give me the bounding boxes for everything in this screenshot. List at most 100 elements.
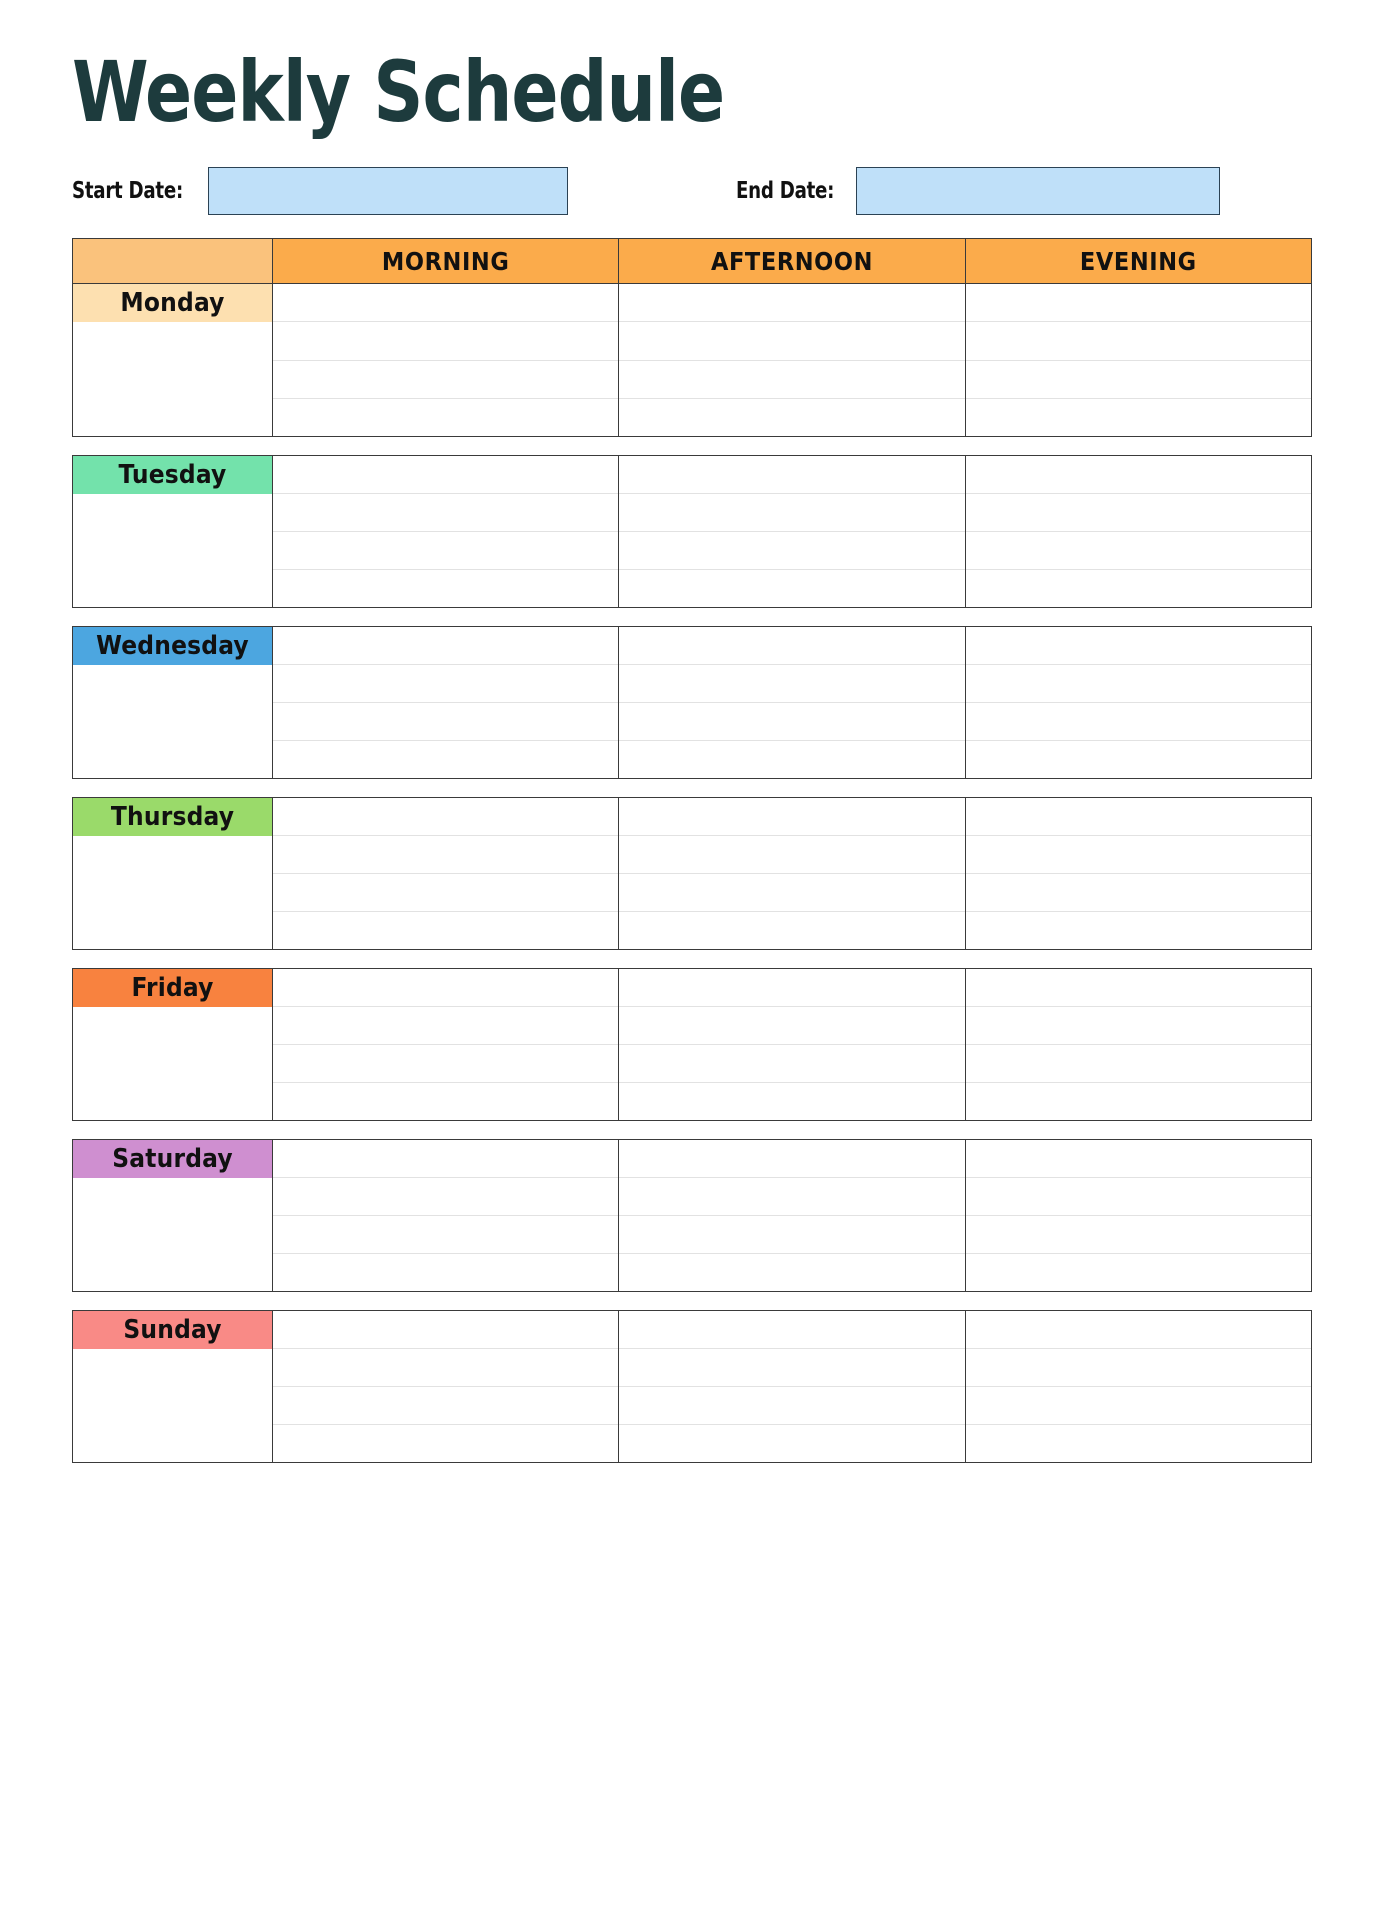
day-notes-area[interactable] [73,665,272,779]
entry-line[interactable] [619,361,965,399]
entry-line[interactable] [619,665,965,704]
entry-line[interactable] [273,874,619,913]
entry-line[interactable] [619,1083,964,1120]
entry-line[interactable] [273,1007,619,1046]
entry-line[interactable] [619,570,964,607]
entry-line[interactable] [965,969,1311,1008]
day-notes-area[interactable] [73,1178,272,1292]
entry-line[interactable] [965,798,1311,837]
entry-line[interactable] [619,1045,965,1084]
day-notes-area[interactable] [73,1007,272,1121]
entry-line[interactable] [273,1387,619,1426]
entry-line[interactable] [965,1349,1311,1388]
entry-line[interactable] [273,322,619,361]
day-notes-area[interactable] [73,1349,272,1463]
entry-line[interactable] [273,1254,618,1291]
entry-line[interactable] [965,874,1311,913]
entry-line[interactable] [965,1387,1311,1426]
day-block-wednesday: Wednesday [72,626,1312,780]
entry-line[interactable] [965,1311,1311,1350]
day-label-column: Sunday [73,1311,273,1463]
entry-line[interactable] [965,1007,1311,1046]
entry-line[interactable] [619,532,965,571]
entry-line[interactable] [965,532,1311,571]
entry-line[interactable] [273,361,619,399]
entry-line[interactable] [273,1083,618,1120]
entry-line[interactable] [619,874,965,913]
end-date-input[interactable] [855,167,1220,216]
entry-line[interactable] [619,1349,965,1388]
day-notes-area[interactable] [73,494,272,608]
entry-line[interactable] [619,969,965,1008]
entry-line[interactable] [273,798,619,837]
weekly-schedule-page: Weekly Schedule Start Date: End Date: MO… [0,0,1384,1920]
entry-line[interactable] [273,627,619,666]
entry-line[interactable] [619,1387,965,1426]
entry-line[interactable] [965,703,1311,742]
entry-line[interactable] [966,741,1311,778]
day-notes-area[interactable] [73,836,272,950]
start-date-input[interactable] [208,167,569,216]
entry-line[interactable] [965,1178,1311,1217]
entry-line[interactable] [965,1045,1311,1084]
day-notes-area[interactable] [73,322,272,436]
entry-line[interactable] [619,741,964,778]
entry-line[interactable] [619,1311,965,1350]
slot-column-morning [273,1140,620,1292]
entry-line[interactable] [273,969,619,1008]
entry-line[interactable] [966,399,1311,436]
entry-line[interactable] [273,399,618,436]
entry-line[interactable] [273,1178,619,1217]
entry-line[interactable] [619,1140,965,1179]
entry-line[interactable] [273,456,619,495]
column-header-evening: EVENING [965,239,1311,284]
entry-line[interactable] [966,570,1311,607]
entry-line[interactable] [966,1425,1311,1462]
entry-line[interactable] [966,1083,1311,1120]
entry-line[interactable] [273,836,619,875]
slot-column-evening [965,627,1311,778]
entry-line[interactable] [619,1216,965,1255]
entry-line[interactable] [619,322,965,361]
entry-line[interactable] [273,1216,619,1255]
entry-line[interactable] [619,494,965,533]
entry-line[interactable] [273,912,618,949]
entry-line[interactable] [273,665,619,704]
entry-line[interactable] [273,1140,619,1179]
entry-line[interactable] [273,1045,619,1084]
entry-line[interactable] [619,798,965,837]
entry-line[interactable] [619,1425,964,1462]
entry-line[interactable] [965,284,1311,323]
entry-line[interactable] [965,1140,1311,1179]
entry-line[interactable] [965,627,1311,666]
entry-line[interactable] [273,494,619,533]
entry-line[interactable] [619,912,964,949]
entry-line[interactable] [619,399,964,436]
entry-line[interactable] [273,1425,618,1462]
entry-line[interactable] [965,456,1311,495]
entry-line[interactable] [966,1254,1311,1291]
entry-line[interactable] [965,322,1311,361]
entry-line[interactable] [619,703,965,742]
entry-line[interactable] [619,1178,965,1217]
entry-line[interactable] [273,703,619,742]
entry-line[interactable] [965,361,1311,399]
entry-line[interactable] [619,627,965,666]
entry-line[interactable] [273,1311,619,1350]
entry-line[interactable] [273,284,619,323]
entry-line[interactable] [619,456,965,495]
entry-line[interactable] [966,912,1311,949]
entry-line[interactable] [965,1216,1311,1255]
slot-column-afternoon [619,1311,966,1463]
entry-line[interactable] [619,1007,965,1046]
entry-line[interactable] [273,570,618,607]
entry-line[interactable] [619,836,965,875]
entry-line[interactable] [965,665,1311,704]
entry-line[interactable] [619,284,965,323]
entry-line[interactable] [619,1254,964,1291]
entry-line[interactable] [965,836,1311,875]
entry-line[interactable] [273,532,619,571]
entry-line[interactable] [273,741,618,778]
entry-line[interactable] [965,494,1311,533]
entry-line[interactable] [273,1349,619,1388]
